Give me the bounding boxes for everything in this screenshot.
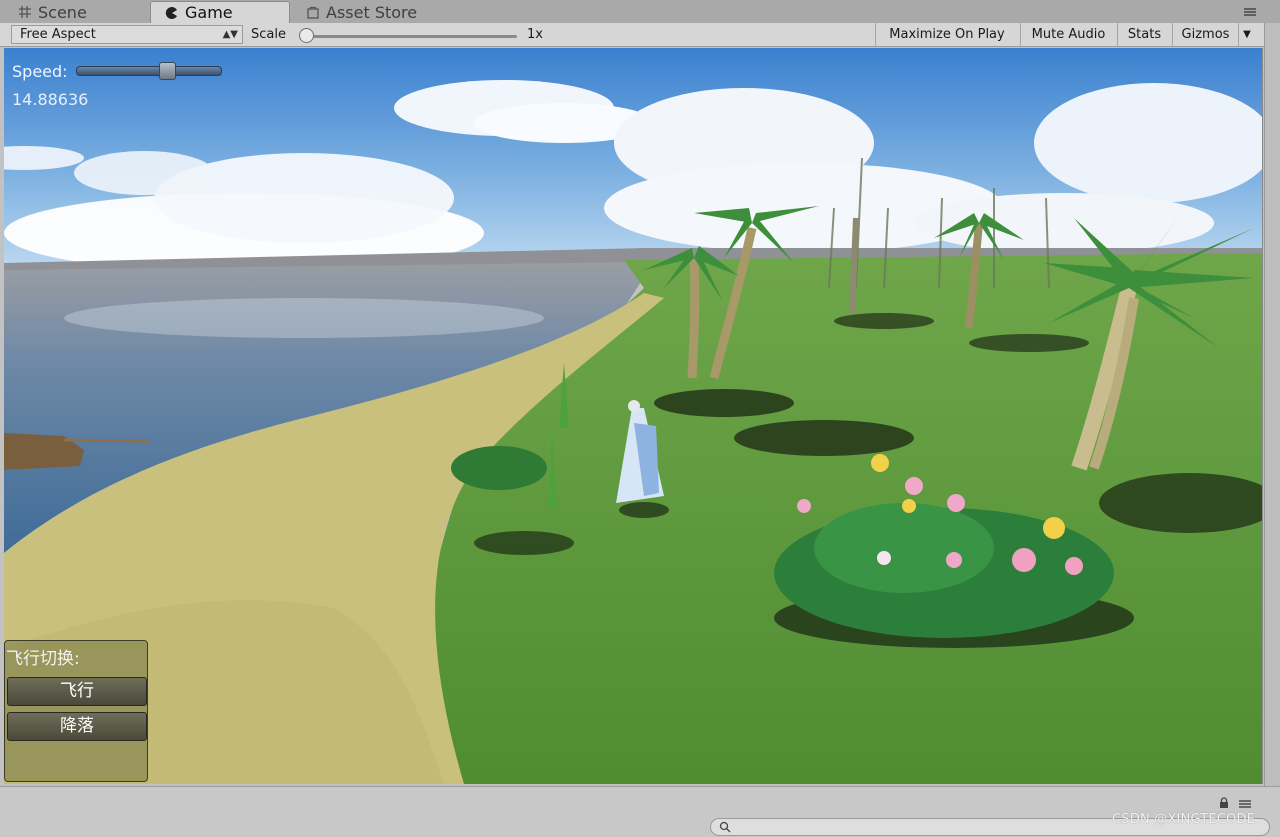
editor-tab-bar: Scene Game Asset Store [0,0,1280,23]
dropdown-arrows-icon: ▲▼ [222,29,238,40]
panel-menu-icon[interactable] [1242,5,1258,19]
speed-slider-handle[interactable] [159,62,177,80]
tab-asset-store[interactable]: Asset Store [292,1,452,23]
tab-game[interactable]: Game [150,1,290,23]
grid-icon [19,6,31,18]
scale-label: Scale [251,27,286,42]
tab-scene[interactable]: Scene [4,1,148,23]
scale-value: 1x [527,27,543,42]
lock-icon[interactable] [1218,797,1230,809]
scale-slider-track[interactable] [303,35,517,38]
tab-asset-store-label: Asset Store [326,2,418,22]
fly-toggle-panel: 飞行切换: 飞行 降落 [4,640,148,782]
speed-slider-track[interactable] [76,66,222,76]
aspect-dropdown-value: Free Aspect [20,27,96,42]
store-bag-icon [307,6,319,19]
adjacent-panel-edge [1264,23,1280,803]
pacman-icon [165,6,177,19]
bottom-panel-menu-icon[interactable] [1238,799,1252,809]
fly-button[interactable]: 飞行 [7,677,147,706]
land-button[interactable]: 降落 [7,712,147,741]
game-view-toolbar: Free Aspect ▲▼ Scale 1x Maximize On Play… [0,23,1280,47]
tab-scene-label: Scene [38,2,87,22]
stats-button[interactable]: Stats [1117,23,1171,46]
gizmos-button[interactable]: Gizmos [1172,23,1238,46]
mute-audio-button[interactable]: Mute Audio [1020,23,1116,46]
watermark: CSDN @XINGTECODE [1112,812,1256,827]
game-scene-render [4,48,1262,784]
maximize-on-play-button[interactable]: Maximize On Play [875,23,1018,46]
speed-label: Speed: [12,62,68,81]
scale-slider-handle[interactable] [299,28,314,43]
aspect-dropdown[interactable]: Free Aspect ▲▼ [11,25,243,44]
tab-game-label: Game [185,3,233,22]
speed-value: 14.88636 [12,90,89,109]
search-icon [719,821,731,833]
game-view[interactable]: Speed: 14.88636 飞行切换: 飞行 降落 [4,48,1263,784]
gizmos-dropdown-arrow-icon[interactable]: ▼ [1238,23,1255,46]
fly-toggle-title: 飞行切换: [6,649,80,669]
